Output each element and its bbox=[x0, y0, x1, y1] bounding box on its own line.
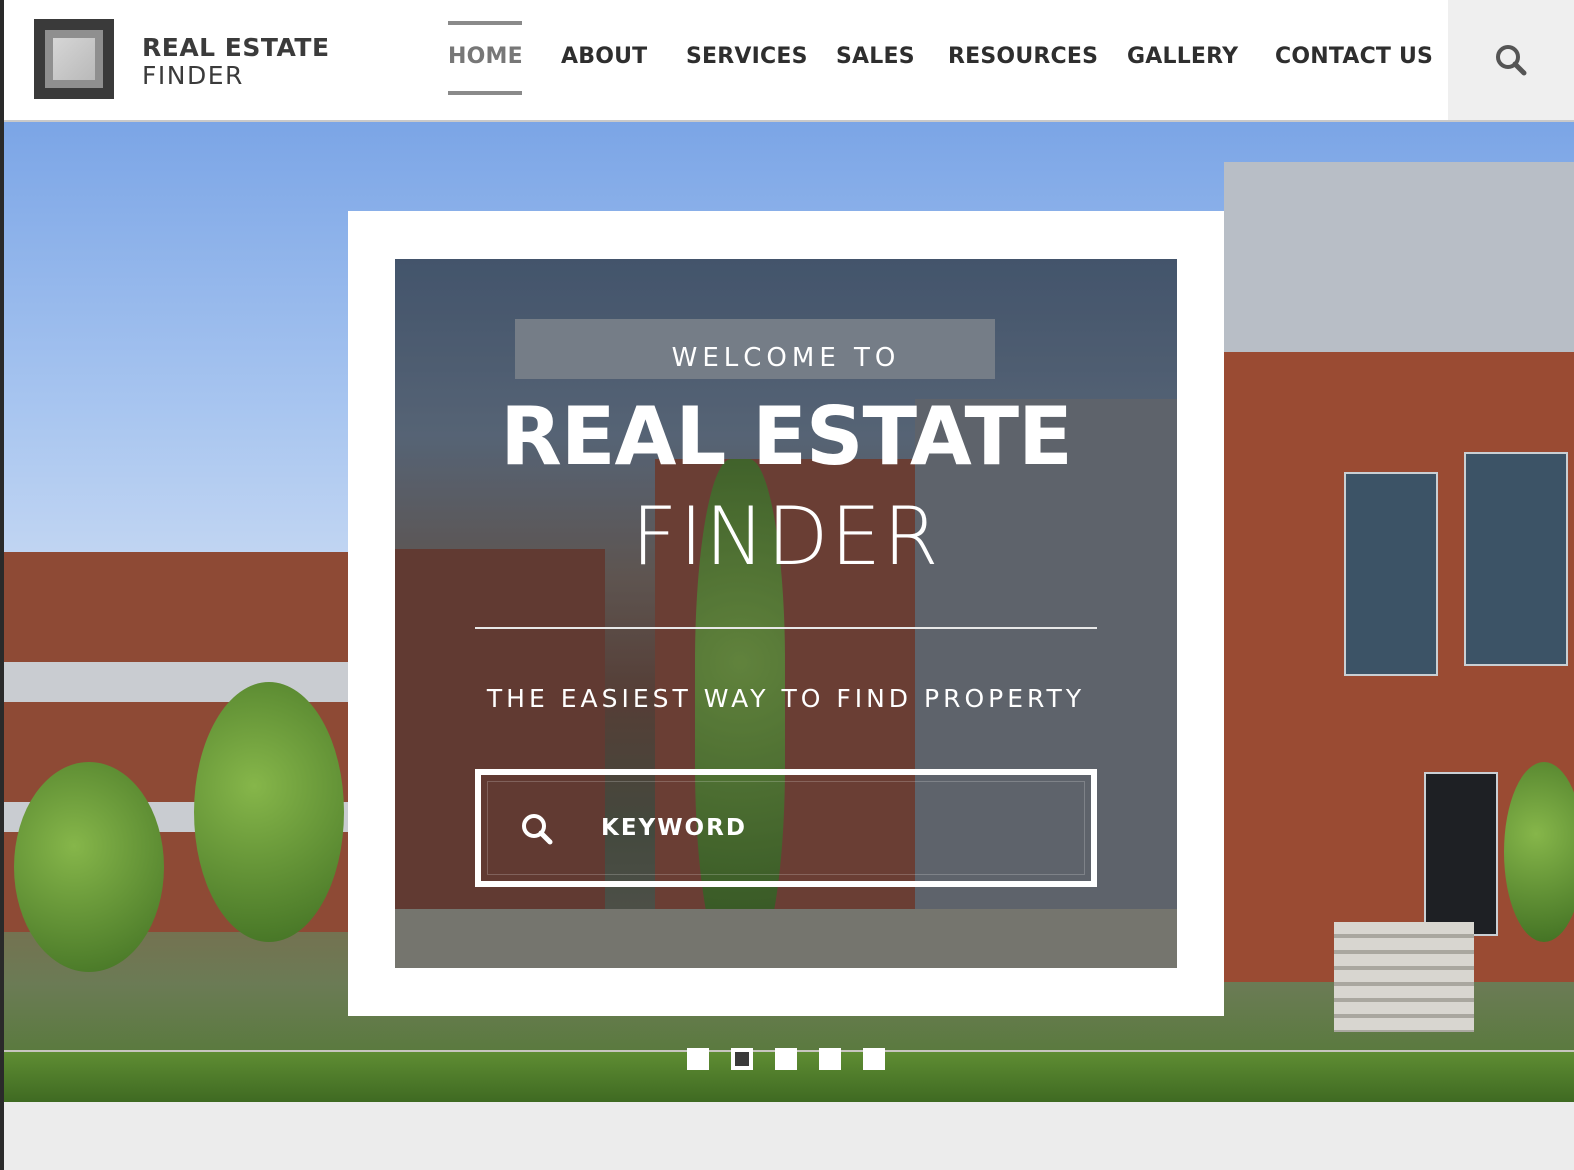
keyword-search-field[interactable]: KEYWORD bbox=[475, 769, 1097, 887]
slider-dot-1[interactable] bbox=[687, 1048, 709, 1070]
bg-stairs bbox=[1334, 922, 1474, 1032]
bg-tree bbox=[194, 682, 344, 942]
slider-dot-5[interactable] bbox=[863, 1048, 885, 1070]
bg-window bbox=[1464, 452, 1568, 666]
hero-card-image: WELCOME TO REAL ESTATE FINDER THE EASIES… bbox=[395, 259, 1177, 968]
keyword-field-inner-border bbox=[487, 781, 1085, 875]
brand-line-2[interactable]: FINDER bbox=[142, 61, 244, 90]
site-header: REAL ESTATE FINDER HOME ABOUT SERVICES S… bbox=[4, 0, 1574, 122]
bg-window bbox=[1344, 472, 1438, 676]
nav-item-about[interactable]: ABOUT bbox=[561, 44, 647, 69]
slider-dot-2[interactable] bbox=[731, 1048, 753, 1070]
logo-frame bbox=[45, 30, 103, 88]
bg-building-right-top bbox=[1224, 162, 1574, 352]
slider-dot-4[interactable] bbox=[819, 1048, 841, 1070]
hero-title-main: REAL ESTATE bbox=[500, 390, 1073, 483]
hero-tagline: THE EASIEST WAY TO FIND PROPERTY bbox=[486, 684, 1086, 713]
nav-item-resources[interactable]: RESOURCES bbox=[948, 44, 1098, 69]
nav-active-indicator-bottom bbox=[448, 91, 522, 95]
nav-item-home[interactable]: HOME bbox=[448, 44, 523, 69]
bg-door bbox=[1424, 772, 1498, 936]
nav-active-indicator-top bbox=[448, 21, 522, 25]
keyword-placeholder: KEYWORD bbox=[601, 815, 747, 841]
hero-title-sub: FINDER bbox=[631, 490, 941, 583]
slider-dot-3[interactable] bbox=[775, 1048, 797, 1070]
brand-line-1[interactable]: REAL ESTATE bbox=[142, 33, 330, 62]
hero-divider bbox=[475, 627, 1097, 629]
bg-tree bbox=[1504, 762, 1574, 942]
header-search-button[interactable] bbox=[1448, 0, 1574, 120]
nav-item-services[interactable]: SERVICES bbox=[686, 44, 808, 69]
nav-item-gallery[interactable]: GALLERY bbox=[1127, 44, 1238, 69]
bg-tree bbox=[14, 762, 164, 972]
hero-banner: WELCOME TO REAL ESTATE FINDER THE EASIES… bbox=[4, 122, 1574, 1102]
hero-card: WELCOME TO REAL ESTATE FINDER THE EASIES… bbox=[348, 211, 1224, 1016]
logo-icon[interactable] bbox=[34, 19, 114, 99]
nav-item-sales[interactable]: SALES bbox=[836, 44, 915, 69]
search-icon bbox=[522, 814, 553, 845]
bg-building-left-balcony bbox=[4, 662, 364, 702]
nav-item-contact-us[interactable]: CONTACT US bbox=[1275, 44, 1433, 69]
search-icon bbox=[1496, 45, 1527, 76]
hero-welcome-text: WELCOME TO bbox=[671, 343, 901, 373]
logo-inner-square bbox=[53, 38, 95, 80]
